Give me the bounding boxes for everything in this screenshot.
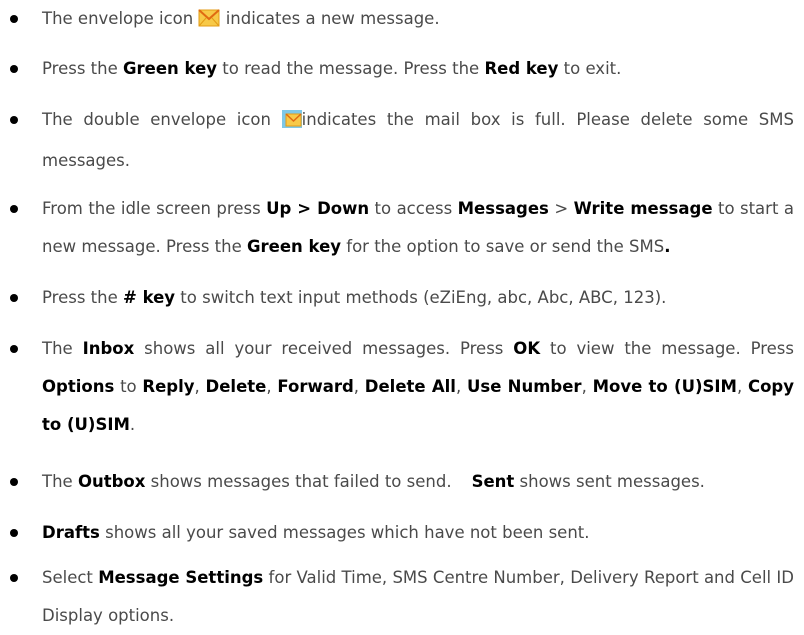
item-text: , <box>455 377 467 396</box>
up-down-label: Up > Down <box>266 199 370 218</box>
list-item: Select Message Settings for Valid Time, … <box>10 559 794 635</box>
list-item: The Inbox shows all your received messag… <box>10 330 795 444</box>
bullet <box>10 15 18 23</box>
item-text: to view the message. Press <box>540 339 795 358</box>
bullet <box>10 345 18 353</box>
write-message-label: Write message <box>573 199 713 218</box>
item-text: , <box>581 377 593 396</box>
item-text: for the option to save or send the SMS <box>341 237 665 256</box>
red-key-label: Red key <box>484 59 559 78</box>
inbox-label: Inbox <box>82 339 135 358</box>
item-text: to <box>114 377 143 396</box>
item-text: shows messages that failed to send. <box>145 472 452 491</box>
item-text: , <box>736 377 748 396</box>
list-item: The envelope icon indicates a new messag… <box>10 0 794 41</box>
sent-label: Sent <box>471 472 515 491</box>
item-text: The <box>42 472 78 491</box>
double-envelope-icon <box>281 104 302 142</box>
reply-label: Reply <box>142 377 195 396</box>
item-text: From the idle screen press <box>42 199 267 218</box>
list-item: Drafts shows all your saved messages whi… <box>10 514 794 552</box>
item-text: . <box>129 415 136 434</box>
list-item: The double envelope icon indicates the m… <box>10 101 794 180</box>
item-text: to read the message. Press the <box>217 59 485 78</box>
outbox-label: Outbox <box>77 472 146 491</box>
item-text: indicates a new message. <box>220 9 440 28</box>
list-item: The Outbox shows messages that failed to… <box>10 463 794 501</box>
delete-all-label: Delete All <box>364 377 456 396</box>
period: . <box>664 237 671 256</box>
item-text: > <box>548 199 574 218</box>
messages-label: Messages <box>457 199 549 218</box>
item-text: shows all your received messages. Press <box>134 339 514 358</box>
options-label: Options <box>42 377 115 396</box>
list-item: From the idle screen press Up > Down to … <box>10 190 794 266</box>
item-text: to switch text input methods (eZiEng, ab… <box>175 288 667 307</box>
bullet <box>10 65 18 73</box>
green-key-label: Green key <box>247 237 342 256</box>
ok-label: OK <box>513 339 541 358</box>
list-item: Press the Green key to read the message.… <box>10 50 794 88</box>
drafts-label: Drafts <box>42 523 100 542</box>
list-item: Press the # key to switch text input met… <box>10 279 794 317</box>
item-text: shows all your saved messages which have… <box>99 523 590 542</box>
bullet <box>10 478 18 486</box>
message-settings-label: Message Settings <box>98 568 264 587</box>
bullet <box>10 294 18 302</box>
bullet <box>10 574 18 582</box>
move-to-sim-label: Move to (U)SIM <box>592 377 737 396</box>
item-text: Press the <box>42 59 123 78</box>
delete-label: Delete <box>205 377 267 396</box>
item-text: to exit. <box>558 59 622 78</box>
item-text: , <box>266 377 278 396</box>
item-text: shows sent messages. <box>514 472 705 491</box>
item-text: , <box>353 377 365 396</box>
forward-label: Forward <box>277 377 354 396</box>
bullet <box>10 116 18 124</box>
item-text: The double envelope icon <box>42 110 282 129</box>
green-key-label: Green key <box>123 59 218 78</box>
use-number-label: Use Number <box>466 377 582 396</box>
bullet <box>10 529 18 537</box>
item-text: to access <box>369 199 458 218</box>
item-text: Select <box>42 568 99 587</box>
item-text: The <box>42 339 83 358</box>
item-text: , <box>194 377 206 396</box>
hash-key-label: # key <box>123 288 176 307</box>
bullet <box>10 205 18 213</box>
item-text: Press the <box>42 288 123 307</box>
envelope-icon <box>198 3 221 41</box>
item-text: The envelope icon <box>42 9 199 28</box>
